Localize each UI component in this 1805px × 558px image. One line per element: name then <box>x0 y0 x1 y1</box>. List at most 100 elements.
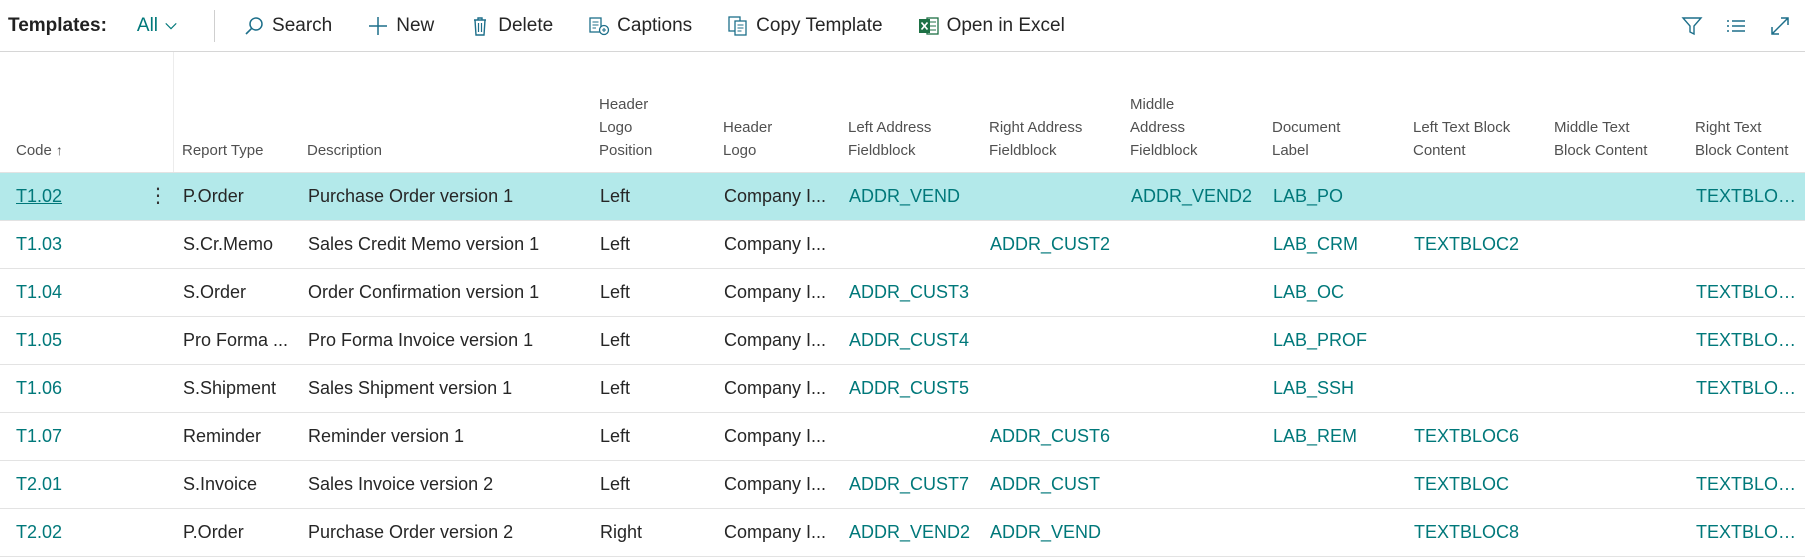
table-row[interactable]: T1.04 S.Order Order Confirmation version 1… <box>0 269 1805 317</box>
cell-left-text-block[interactable]: TEXTBLOC <box>1414 461 1549 508</box>
search-button[interactable]: Search <box>243 15 332 37</box>
list-icon[interactable] <box>1725 15 1747 37</box>
column-header-middle-text-block[interactable]: Middle Text Block Content <box>1554 116 1647 162</box>
cell-right-address[interactable]: ADDR_VEND <box>990 509 1125 556</box>
cell-right-text-block[interactable]: TEXTBLOC7 <box>1696 461 1801 508</box>
search-icon <box>245 16 263 35</box>
plus-icon <box>369 16 388 35</box>
templates-page: Templates: All Search New Delete Caption… <box>0 0 1805 558</box>
cell-left-text-block[interactable]: TEXTBLOC8 <box>1414 509 1549 556</box>
column-header-logo-position[interactable]: Header Logo Position <box>599 93 652 162</box>
table-row[interactable]: T1.07 Reminder Reminder version 1 Left Compa… <box>0 413 1805 461</box>
cell-right-address <box>990 173 1125 220</box>
column-header-document-label[interactable]: Document Label <box>1272 116 1340 162</box>
column-header-logo[interactable]: Header Logo <box>723 116 772 162</box>
expand-icon[interactable] <box>1769 15 1791 37</box>
cell-document-label[interactable]: LAB_CRM <box>1273 221 1408 268</box>
cell-document-label[interactable]: LAB_PROF <box>1273 317 1408 364</box>
cell-right-address <box>990 317 1125 364</box>
cell-logo: Company I... <box>724 426 827 446</box>
cell-middle-text-block <box>1555 413 1690 460</box>
cell-description: Order Confirmation version 1 <box>308 282 540 302</box>
cell-middle-address[interactable]: ADDR_VEND2 <box>1131 173 1266 220</box>
cell-code[interactable]: T2.01 <box>16 461 136 508</box>
cell-code[interactable]: T1.06 <box>16 365 136 412</box>
cell-logo-position: Left <box>600 474 631 494</box>
cell-right-text-block[interactable]: TEXTBLOC5 <box>1696 365 1801 412</box>
cell-logo: Company I... <box>724 330 827 350</box>
table-row[interactable]: T1.03 S.Cr.Memo Sales Credit Memo version … <box>0 221 1805 269</box>
new-button[interactable]: New <box>367 15 434 37</box>
cell-right-text-block <box>1696 221 1801 268</box>
cell-description: Sales Invoice version 2 <box>308 474 494 494</box>
captions-icon <box>589 16 610 35</box>
cell-left-text-block[interactable]: TEXTBLOC6 <box>1414 413 1549 460</box>
column-header-description[interactable]: Description <box>307 139 382 162</box>
cell-code[interactable]: T1.04 <box>16 269 136 316</box>
cell-description: Reminder version 1 <box>308 426 465 446</box>
cell-code[interactable]: T2.02 <box>16 509 136 556</box>
cell-description: Pro Forma Invoice version 1 <box>308 330 534 350</box>
column-header-code[interactable]: Code ↑ <box>16 139 63 162</box>
column-header-report-type[interactable]: Report Type <box>182 139 263 162</box>
cell-middle-text-block <box>1555 269 1690 316</box>
row-menu-icon[interactable]: ⋮ <box>148 173 168 220</box>
cell-code[interactable]: T1.02 <box>16 173 136 220</box>
column-header-right-address[interactable]: Right Address Fieldblock <box>989 116 1082 162</box>
cell-middle-text-block <box>1555 173 1690 220</box>
cell-report-type: S.Cr.Memo <box>183 234 274 254</box>
cell-left-address[interactable]: ADDR_CUST7 <box>849 461 984 508</box>
captions-button[interactable]: Captions <box>588 15 692 37</box>
cell-document-label[interactable]: LAB_SSH <box>1273 365 1408 412</box>
cell-document-label[interactable]: LAB_OC <box>1273 269 1408 316</box>
search-button-label: Search <box>272 14 333 36</box>
cell-right-address[interactable]: ADDR_CUST2 <box>990 221 1125 268</box>
table-header: Code ↑ Report Type Description Header Log… <box>0 52 1805 173</box>
cell-right-text-block[interactable]: TEXTBLOC9 <box>1696 509 1801 556</box>
cell-left-text-block[interactable]: TEXTBLOC2 <box>1414 221 1549 268</box>
cell-logo: Company I... <box>724 522 827 542</box>
cell-middle-text-block <box>1555 509 1690 556</box>
cell-document-label <box>1273 461 1408 508</box>
cell-right-address[interactable]: ADDR_CUST <box>990 461 1125 508</box>
cell-left-address[interactable]: ADDR_CUST3 <box>849 269 984 316</box>
cell-document-label[interactable]: LAB_PO <box>1273 173 1408 220</box>
column-divider <box>173 52 174 172</box>
open-in-excel-button[interactable]: Open in Excel <box>918 15 1065 37</box>
table-row[interactable]: T1.06 S.Shipment Sales Shipment version 1 L… <box>0 365 1805 413</box>
column-header-right-text-block[interactable]: Right Text Block Content <box>1695 116 1788 162</box>
cell-left-address[interactable]: ADDR_CUST4 <box>849 317 984 364</box>
cell-code[interactable]: T1.07 <box>16 413 136 460</box>
delete-button[interactable]: Delete <box>469 15 553 37</box>
action-bar: Templates: All Search New Delete Caption… <box>0 0 1805 52</box>
cell-right-text-block[interactable]: TEXTBLOC1 <box>1696 173 1801 220</box>
cell-middle-address <box>1131 365 1266 412</box>
cell-middle-text-block <box>1555 365 1690 412</box>
cell-code[interactable]: T1.05 <box>16 317 136 364</box>
cell-left-address[interactable]: ADDR_CUST5 <box>849 365 984 412</box>
table-row[interactable]: ⋮ T1.02 P.Order Purchase Order version 1 Lef… <box>0 173 1805 221</box>
filter-icon[interactable] <box>1681 15 1703 37</box>
cell-right-text-block[interactable]: TEXTBLOC4 <box>1696 317 1801 364</box>
cell-document-label[interactable]: LAB_REM <box>1273 413 1408 460</box>
cell-left-text-block <box>1414 365 1549 412</box>
cell-code[interactable]: T1.03 <box>16 221 136 268</box>
table-row[interactable]: T2.02 P.Order Purchase Order version 2 Righ… <box>0 509 1805 557</box>
view-filter-dropdown[interactable]: All <box>137 15 178 37</box>
cell-left-address[interactable]: ADDR_VEND2 <box>849 509 984 556</box>
cell-report-type: Pro Forma ... <box>183 330 289 350</box>
toolbar-separator <box>214 9 216 42</box>
table-row[interactable]: T2.01 S.Invoice Sales Invoice version 2 Lef… <box>0 461 1805 509</box>
cell-description: Sales Shipment version 1 <box>308 378 513 398</box>
cell-right-address[interactable]: ADDR_CUST6 <box>990 413 1125 460</box>
copy-template-button[interactable]: Copy Template <box>727 15 883 37</box>
column-header-left-address[interactable]: Left Address Fieldblock <box>848 116 931 162</box>
column-header-middle-address[interactable]: Middle Address Fieldblock <box>1130 93 1198 162</box>
cell-middle-address <box>1131 269 1266 316</box>
table-row[interactable]: T1.05 Pro Forma ... Pro Forma Invoice vers… <box>0 317 1805 365</box>
cell-left-address[interactable]: ADDR_VEND <box>849 173 984 220</box>
cell-logo-position: Right <box>600 522 643 542</box>
sort-ascending-icon: ↑ <box>55 142 63 158</box>
cell-right-text-block[interactable]: TEXTBLOC3 <box>1696 269 1801 316</box>
column-header-left-text-block[interactable]: Left Text Block Content <box>1413 116 1510 162</box>
